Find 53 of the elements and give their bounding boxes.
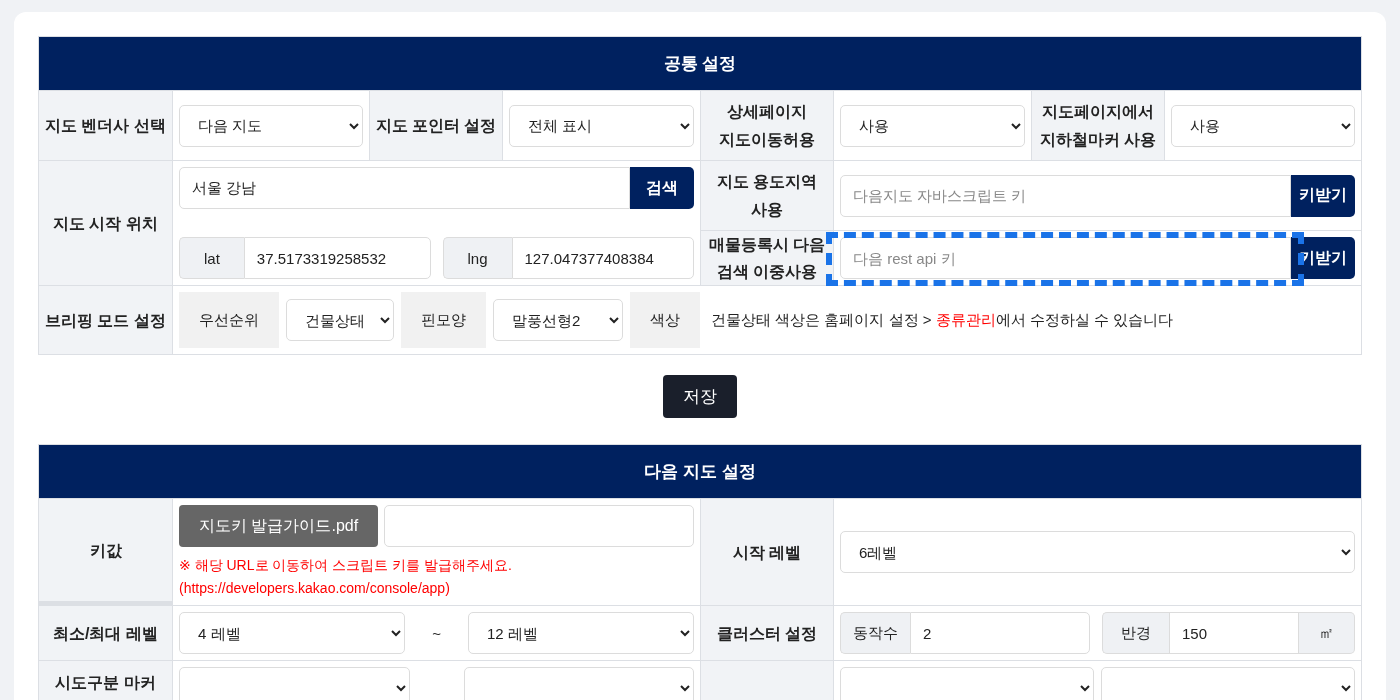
key-input[interactable] bbox=[384, 505, 694, 548]
location-search-field[interactable]: 서울 강남 bbox=[179, 167, 630, 209]
field-label: 지도 시작 위치 bbox=[39, 161, 172, 286]
field-label: 지도페이지에서 지하철마커 사용 bbox=[1032, 91, 1164, 160]
level-select[interactable] bbox=[1101, 667, 1355, 700]
priority-select[interactable]: 건물상태 bbox=[286, 299, 394, 342]
level-select[interactable] bbox=[840, 667, 1094, 700]
level-select[interactable] bbox=[463, 667, 694, 700]
get-key-button[interactable]: 키받기 bbox=[1291, 174, 1355, 217]
field-label: 우선순위 bbox=[179, 292, 279, 349]
field-label: 상세페이지 지도이동허용 bbox=[701, 91, 833, 160]
field-label: 지도 포인터 설정 bbox=[370, 91, 502, 160]
radius-field[interactable]: 150 bbox=[1169, 612, 1299, 655]
min-level-select[interactable]: 4 레벨 bbox=[179, 612, 406, 655]
unit-label: ㎡ bbox=[1299, 612, 1355, 655]
start-level-select[interactable]: 6레벨 bbox=[840, 531, 1355, 574]
vendor-select[interactable]: 다음 지도 bbox=[179, 104, 363, 147]
section-title: 공통 설정 bbox=[39, 37, 1361, 90]
field-label: lng bbox=[442, 237, 512, 280]
field-label: 최소/최대 레벨 bbox=[39, 606, 172, 661]
pin-shape-select[interactable]: 말풍선형2 bbox=[493, 299, 623, 342]
field-label: 색상 bbox=[630, 292, 700, 349]
hint-text: ※ 해당 URL로 이동하여 스크립트 키를 발급해주세요. bbox=[179, 556, 512, 576]
max-level-select[interactable]: 12 레벨 bbox=[467, 612, 694, 655]
category-link[interactable]: 종류관리 bbox=[935, 310, 996, 328]
subway-marker-select[interactable]: 사용 bbox=[1171, 104, 1355, 147]
field-label: 동작수 bbox=[840, 612, 910, 655]
level-select[interactable] bbox=[179, 667, 410, 700]
field-label: 키값 bbox=[39, 499, 172, 602]
search-button[interactable]: 검색 bbox=[630, 167, 694, 209]
section-title: 다음 지도 설정 bbox=[39, 445, 1361, 499]
field-label: 지도 벤더사 선택 bbox=[39, 91, 172, 160]
field-label: 핀모양 bbox=[401, 292, 486, 349]
count-field[interactable]: 2 bbox=[910, 612, 1090, 655]
map-move-select[interactable]: 사용 bbox=[840, 104, 1025, 147]
field-label: 클러스터 설정 bbox=[701, 606, 833, 661]
hint-text: (https://developers.kakao.com/console/app) bbox=[179, 578, 451, 598]
longitude-field[interactable]: 127.047377408384 bbox=[511, 237, 694, 280]
range-separator: ~ bbox=[431, 624, 442, 642]
color-note: 건물상태 색상은 홈페이지 설정 > 종류관리에서 수정하실 수 있습니다 bbox=[711, 310, 1174, 330]
field-label: lat bbox=[179, 237, 244, 280]
latitude-field[interactable]: 37.5173319258532 bbox=[243, 237, 431, 280]
field-label: 시도구분 마커 bbox=[39, 661, 172, 700]
field-label: 반경 bbox=[1102, 612, 1169, 655]
field-label: 브리핑 모드 설정 bbox=[39, 286, 172, 355]
field-label: 매물등록시 다음 검색 이중사용 bbox=[701, 231, 833, 286]
key-input[interactable]: 다음지도 자바스크립트 키 bbox=[840, 174, 1291, 217]
save-button[interactable]: 저장 bbox=[663, 375, 737, 419]
guide-pdf-button[interactable]: 지도키 발급가이드.pdf bbox=[179, 505, 379, 548]
key-input[interactable]: 다음 rest api 키 bbox=[840, 237, 1291, 280]
field-label: 지도 용도지역 사용 bbox=[701, 161, 833, 230]
pointer-select[interactable]: 전체 표시 bbox=[509, 104, 694, 147]
field-label: 시작 레벨 bbox=[701, 499, 833, 606]
